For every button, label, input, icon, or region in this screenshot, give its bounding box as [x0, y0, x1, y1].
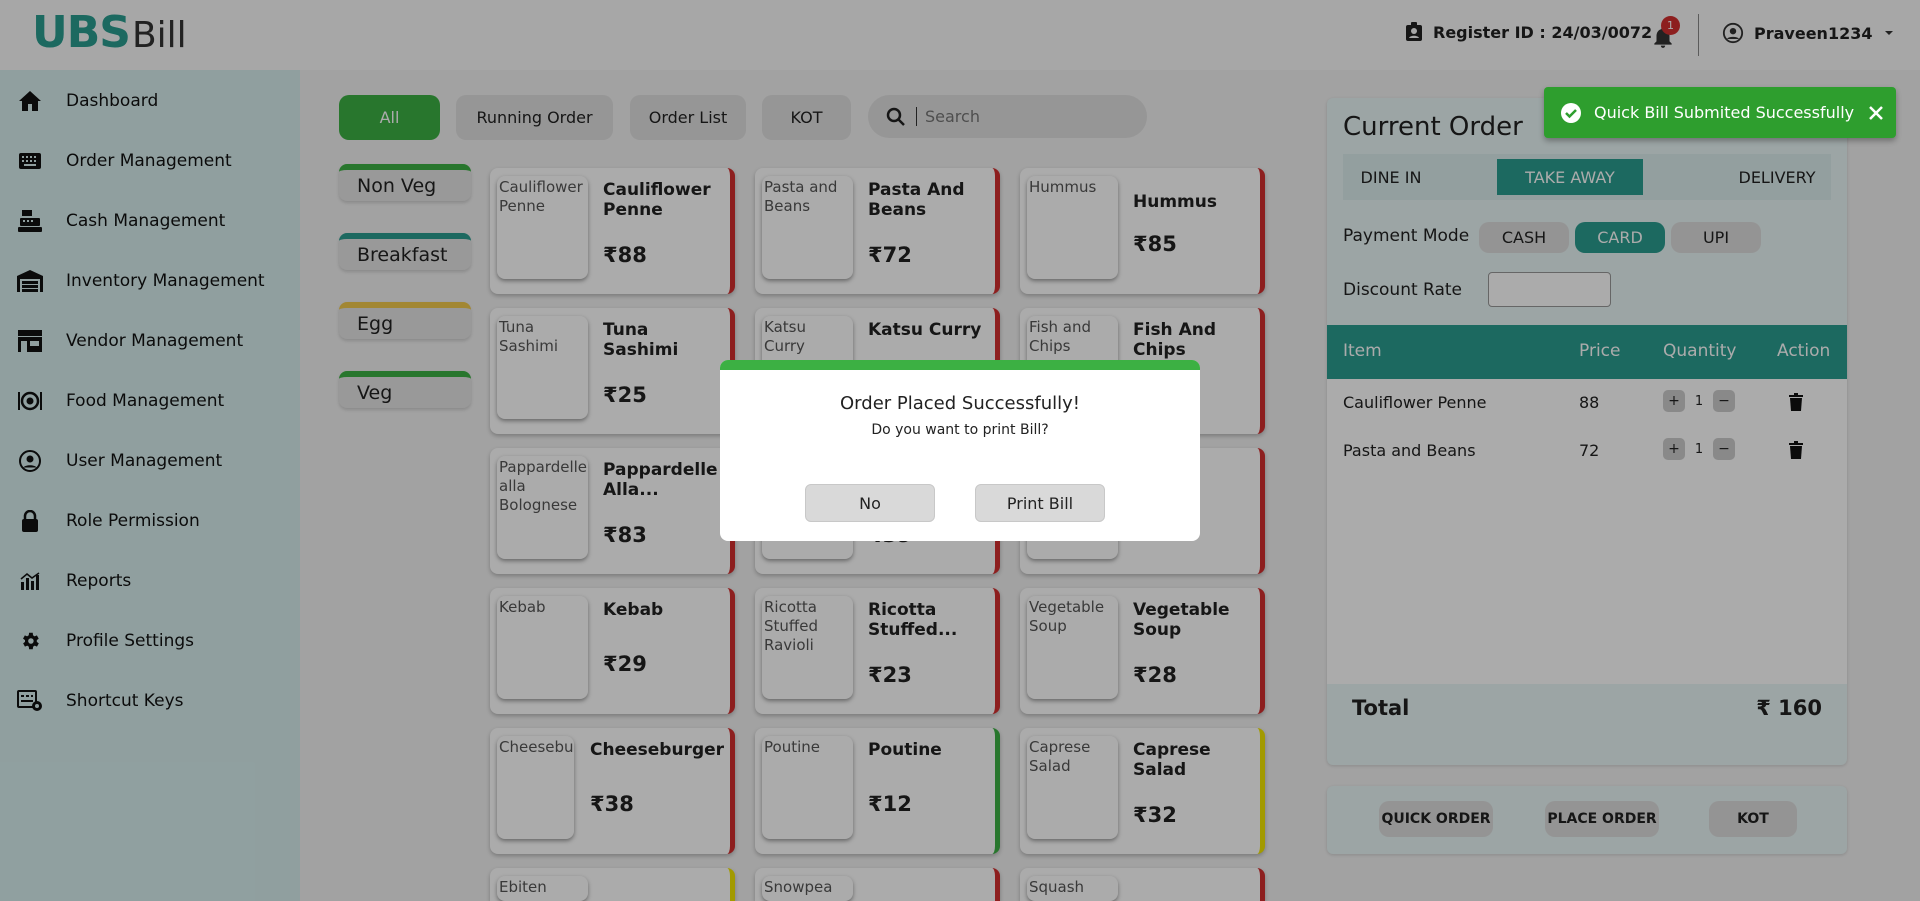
- check-circle-icon: [1561, 102, 1581, 123]
- close-icon[interactable]: [1868, 105, 1884, 121]
- success-toast: Quick Bill Submited Successfully !: [1544, 87, 1896, 138]
- modal-accent-bar: [720, 360, 1200, 370]
- confirm-print-modal: Order Placed Successfully! Do you want t…: [720, 360, 1200, 541]
- modal-title: Order Placed Successfully!: [840, 393, 1080, 414]
- modal-subtitle: Do you want to print Bill?: [871, 422, 1049, 438]
- no-button[interactable]: No: [805, 484, 935, 522]
- print-bill-button[interactable]: Print Bill: [975, 484, 1105, 522]
- toast-message: Quick Bill Submited Successfully !: [1594, 103, 1858, 122]
